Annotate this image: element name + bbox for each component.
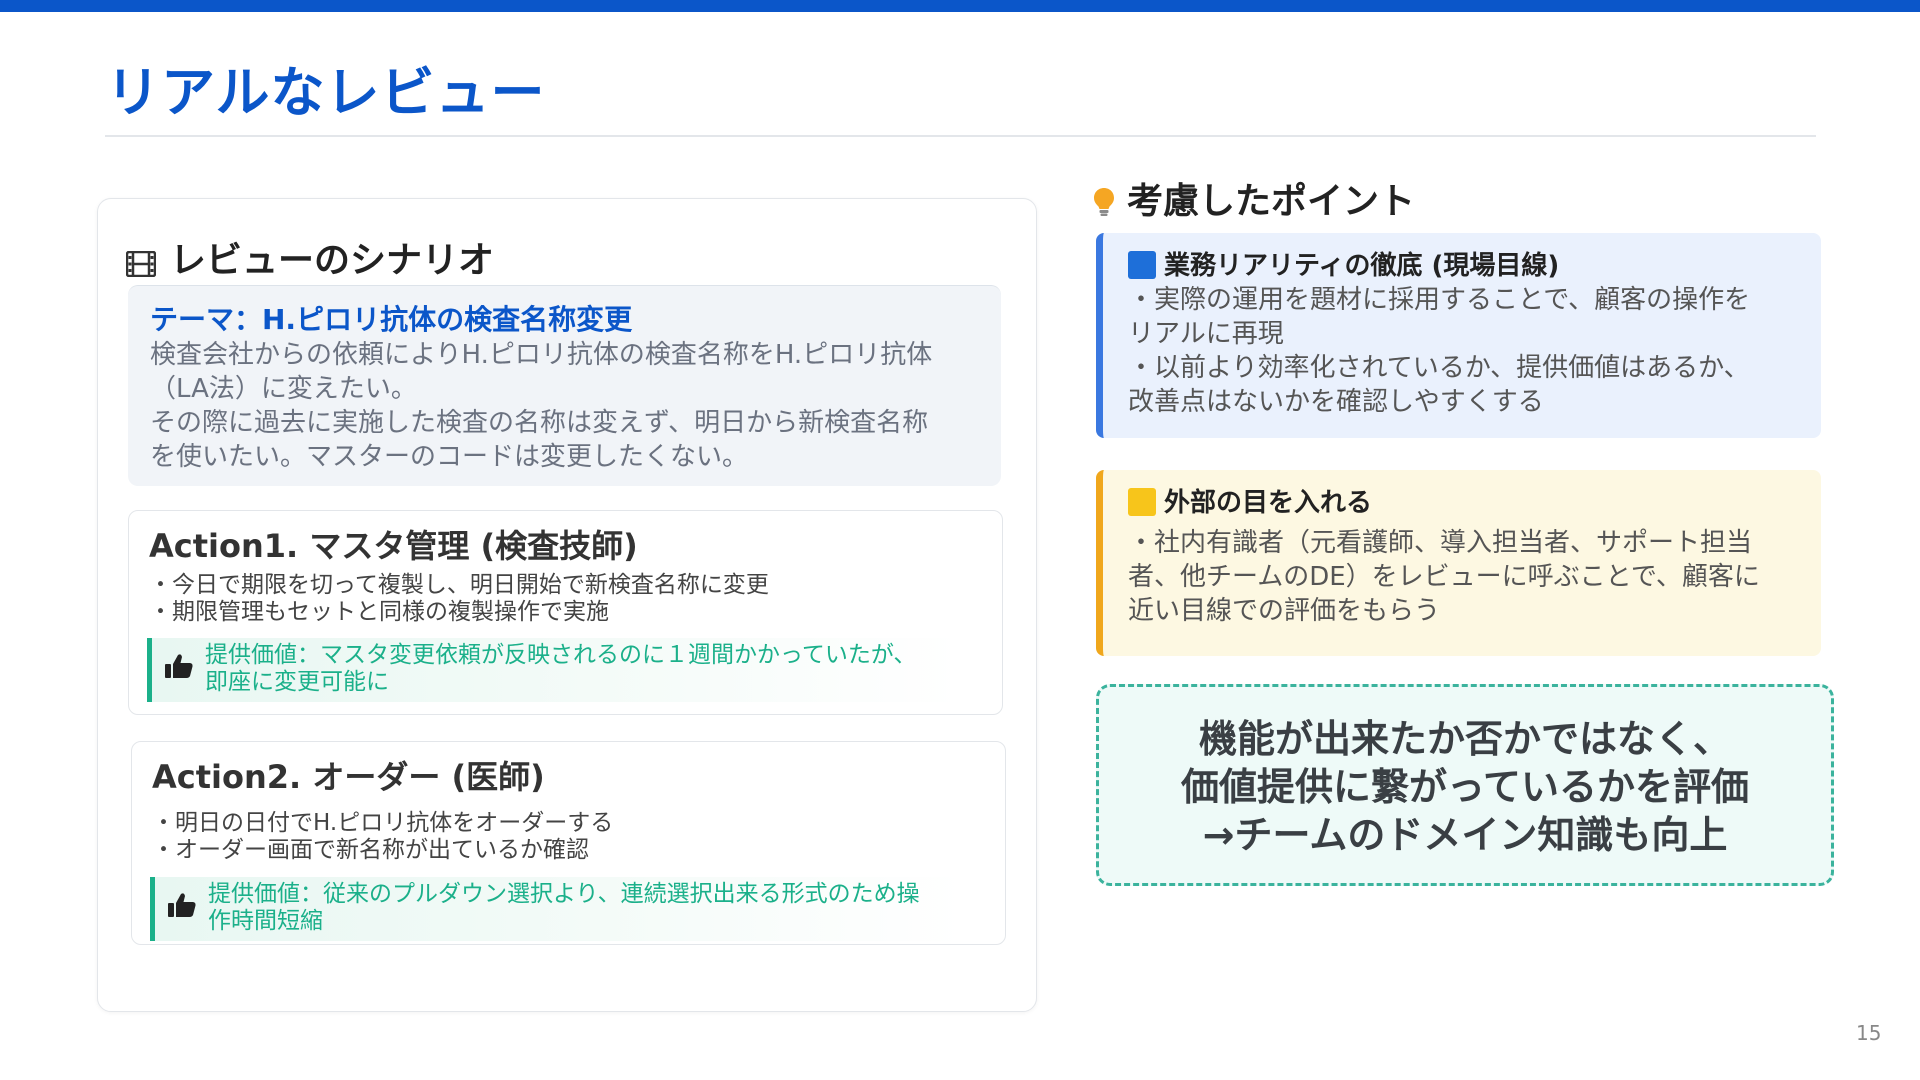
- value-line: 提供価値：従来のプルダウン選択より、連続選択出来る形式のため操: [208, 881, 920, 907]
- point-card-reality: 業務リアリティの徹底 (現場目線) ・実際の運用を題材に採用することで、顧客の操…: [1096, 233, 1821, 438]
- theme-line: その際に過去に実施した検査の名称は変えず、明日から新検査名称: [150, 408, 929, 438]
- point-card-title: 外部の目を入れる: [1128, 482, 1372, 519]
- value-line: 作時間短縮: [208, 908, 323, 934]
- theme-line: （LA法）に変えたい。: [150, 374, 417, 404]
- conclusion-text: 機能が出来たか否かではなく、 価値提供に繋がっているかを評価 →チームのドメイン…: [1099, 715, 1831, 859]
- action1-title: Action1. マスタ管理 (検査技師): [149, 527, 638, 565]
- action2-value-text: 提供価値：従来のプルダウン選択より、連続選択出来る形式のため操 作時間短縮: [208, 881, 968, 935]
- title-divider: [105, 135, 1816, 137]
- theme-line: を使いたい。マスターのコードは変更したくない。: [150, 442, 749, 472]
- point-card-external: 外部の目を入れる ・社内有識者（元看護師、導入担当者、サポート担当 者、他チーム…: [1096, 470, 1821, 656]
- blue-square-icon: [1128, 251, 1156, 279]
- action1-card: Action1. マスタ管理 (検査技師) ・今日で期限を切って複製し、明日開始…: [128, 510, 1003, 715]
- yellow-square-icon: [1128, 488, 1156, 516]
- value-line: 即座に変更可能に: [205, 669, 389, 695]
- theme-line: 検査会社からの依頼によりH.ピロリ抗体の検査名称をH.ピロリ抗体: [150, 340, 933, 370]
- action2-items: ・明日の日付でH.ピロリ抗体をオーダーする ・オーダー画面で新名称が出ているか確…: [152, 810, 613, 864]
- thumbs-up-icon: [165, 654, 193, 678]
- point-card-title-text: 外部の目を入れる: [1164, 488, 1373, 518]
- point-card-title-text: 業務リアリティの徹底 (現場目線): [1164, 251, 1560, 281]
- conclusion-line: →チームのドメイン知識も向上: [1202, 813, 1728, 857]
- action1-item: ・期限管理もセットと同様の複製操作で実施: [149, 599, 609, 625]
- point-card-body: ・実際の運用を題材に採用することで、顧客の操作を リアルに再現 ・以前より効率化…: [1128, 283, 1808, 419]
- scenario-heading-text: レビューのシナリオ: [170, 240, 495, 281]
- conclusion-line: 価値提供に繋がっているかを評価: [1180, 765, 1750, 809]
- page-number: 15: [1856, 1021, 1882, 1045]
- action1-value: 提供価値：マスタ変更依頼が反映されるのに１週間かかっていたが、 即座に変更可能に: [147, 638, 960, 702]
- action2-card: Action2. オーダー (医師) ・明日の日付でH.ピロリ抗体をオーダーする…: [131, 741, 1006, 945]
- top-accent-bar: [0, 0, 1920, 12]
- conclusion-box: 機能が出来たか否かではなく、 価値提供に繋がっているかを評価 →チームのドメイン…: [1096, 684, 1834, 886]
- point-line: ・実際の運用を題材に採用することで、顧客の操作を: [1128, 285, 1751, 315]
- theme-box: テーマ：H.ピロリ抗体の検査名称変更 検査会社からの依頼によりH.ピロリ抗体の検…: [128, 285, 1001, 486]
- theme-title: テーマ：H.ピロリ抗体の検査名称変更: [150, 303, 633, 336]
- point-line: ・以前より効率化されているか、提供価値はあるか、: [1128, 353, 1750, 383]
- action1-items: ・今日で期限を切って複製し、明日開始で新検査名称に変更 ・期限管理もセットと同様…: [149, 572, 769, 626]
- point-card-title: 業務リアリティの徹底 (現場目線): [1128, 245, 1559, 282]
- action2-title: Action2. オーダー (医師): [152, 758, 545, 796]
- point-line: 改善点はないかを確認しやすくする: [1128, 387, 1544, 417]
- conclusion-line: 機能が出来たか否かではなく、: [1198, 717, 1731, 761]
- scenario-panel: レビューのシナリオ テーマ：H.ピロリ抗体の検査名称変更 検査会社からの依頼によ…: [97, 198, 1037, 1012]
- point-card-body: ・社内有識者（元看護師、導入担当者、サポート担当 者、他チームのDE）をレビュー…: [1128, 526, 1808, 628]
- point-line: 者、他チームのDE）をレビューに呼ぶことで、顧客に: [1128, 562, 1760, 592]
- points-heading: 考慮したポイント: [1093, 172, 1415, 224]
- scenario-heading: レビューのシナリオ: [125, 231, 495, 283]
- point-line: リアルに再現: [1128, 319, 1284, 349]
- action1-item: ・今日で期限を切って複製し、明日開始で新検査名称に変更: [149, 572, 769, 598]
- action2-value: 提供価値：従来のプルダウン選択より、連続選択出来る形式のため操 作時間短縮: [150, 877, 963, 941]
- points-heading-text: 考慮したポイント: [1127, 181, 1416, 222]
- point-line: ・社内有識者（元看護師、導入担当者、サポート担当: [1128, 528, 1753, 558]
- theme-description: 検査会社からの依頼によりH.ピロリ抗体の検査名称をH.ピロリ抗体 （LA法）に変…: [150, 338, 990, 474]
- thumbs-up-icon: [168, 893, 196, 917]
- action2-item: ・明日の日付でH.ピロリ抗体をオーダーする: [152, 810, 614, 836]
- film-icon: [125, 250, 157, 278]
- slide-title: リアルなレビュー: [106, 61, 546, 124]
- value-line: 提供価値：マスタ変更依頼が反映されるのに１週間かかっていたが、: [205, 642, 917, 668]
- point-line: 近い目線での評価をもらう: [1128, 596, 1441, 626]
- action1-value-text: 提供価値：マスタ変更依頼が反映されるのに１週間かかっていたが、 即座に変更可能に: [205, 642, 965, 696]
- lightbulb-icon: [1094, 188, 1114, 216]
- action2-item: ・オーダー画面で新名称が出ているか確認: [152, 837, 589, 863]
